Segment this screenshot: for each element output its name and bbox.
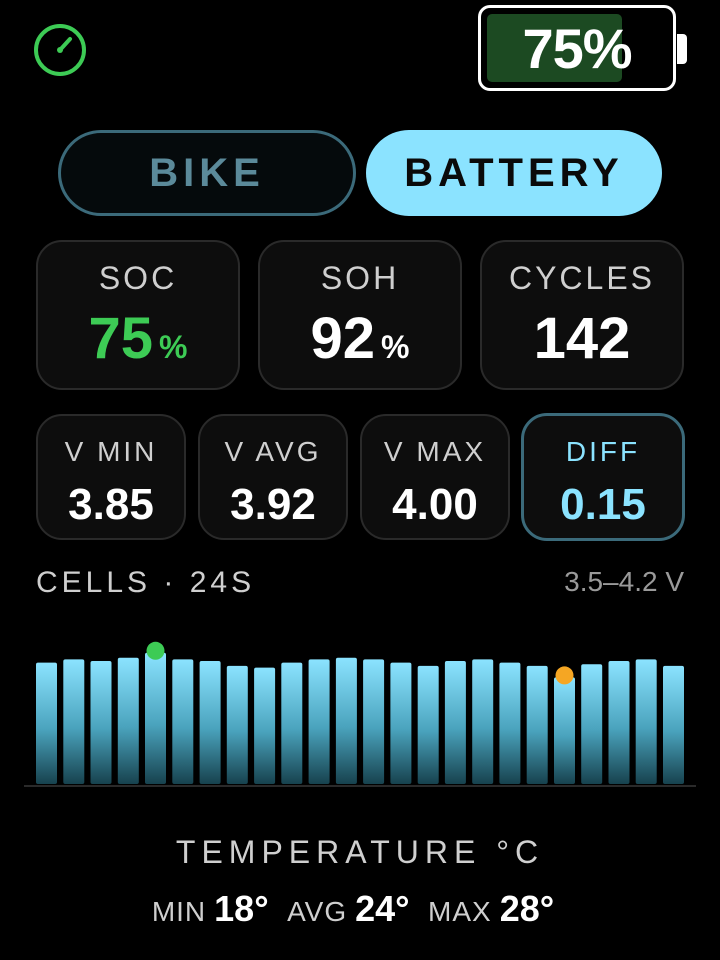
cell-bar-6: [172, 659, 194, 784]
vmin-value: 3.85: [68, 480, 154, 529]
battery-indicator: 75%: [478, 5, 687, 91]
soh-unit: %: [381, 329, 410, 365]
soc-label: SOC: [98, 260, 178, 296]
soc-value-wrap: 75%: [38, 305, 238, 372]
min-cell-marker: [555, 666, 574, 685]
temp-min-label: MIN: [151, 896, 207, 927]
cell-bar-24: [663, 665, 684, 784]
vavg-card: V AVG 3.92: [198, 414, 348, 540]
battery-percent: 75%: [522, 16, 632, 80]
cell-bar-7: [199, 661, 221, 784]
cell-bar-20: [554, 677, 575, 784]
temp-avg-value: 24°: [355, 888, 410, 929]
temp-min-value: 18°: [214, 888, 269, 929]
cell-bar-21: [581, 664, 603, 784]
vmax-value: 4.00: [392, 480, 478, 529]
cell-bar-9: [254, 667, 276, 784]
speedometer-icon[interactable]: [32, 22, 88, 78]
vmin-card: V MIN 3.85: [36, 414, 186, 540]
cells-bar-chart: [24, 641, 696, 787]
tab-battery[interactable]: BATTERY: [366, 130, 662, 216]
cell-bar-14: [390, 662, 412, 784]
cell-bar-19: [526, 665, 548, 784]
cells-title: CELLS · 24S: [36, 566, 256, 599]
cell-bar-3: [90, 661, 112, 784]
soh-value-wrap: 92%: [260, 305, 460, 372]
vmax-card: V MAX 4.00: [360, 414, 510, 540]
temperature-row: MIN 18° AVG 24° MAX 28°: [0, 888, 720, 930]
cell-bar-5: [145, 652, 166, 784]
cell-bar-4: [117, 657, 139, 784]
vavg-value: 3.92: [230, 480, 316, 529]
cell-bar-12: [335, 657, 357, 784]
tab-bike[interactable]: BIKE: [58, 130, 356, 216]
cell-bar-11: [308, 659, 330, 784]
cell-bar-23: [635, 659, 657, 784]
battery-terminal: [677, 34, 687, 64]
temp-max-label: MAX: [428, 896, 492, 927]
soh-value: 92: [310, 306, 376, 371]
diff-card: DIFF 0.15: [521, 413, 685, 541]
cell-bar-22: [608, 661, 630, 784]
cell-bar-13: [363, 659, 385, 784]
cells-range: 3.5–4.2 V: [564, 566, 684, 597]
soc-unit: %: [159, 329, 188, 365]
vmin-label: V MIN: [64, 436, 158, 467]
cycles-card: CYCLES 142: [480, 240, 684, 390]
cell-bar-8: [226, 665, 248, 784]
cell-bar-15: [417, 665, 439, 784]
cell-bar-16: [444, 661, 466, 784]
diff-value: 0.15: [560, 480, 646, 529]
diff-label: DIFF: [565, 436, 641, 467]
soh-label: SOH: [320, 260, 400, 296]
cell-bar-18: [499, 662, 521, 784]
cell-bar-17: [472, 659, 494, 784]
cell-bar-10: [281, 662, 303, 784]
cell-bar-1: [36, 662, 57, 784]
cycles-label: CYCLES: [508, 260, 656, 296]
vmax-label: V MAX: [383, 436, 487, 467]
view-tabs: BIKE BATTERY: [58, 130, 662, 218]
soh-card: SOH 92%: [258, 240, 462, 390]
soc-value: 75: [88, 306, 154, 371]
vavg-label: V AVG: [224, 436, 322, 467]
cycles-value: 142: [533, 306, 631, 371]
temperature-title: TEMPERATURE °C: [175, 834, 545, 870]
cell-bar-2: [63, 659, 85, 784]
temp-max-value: 28°: [499, 888, 555, 929]
max-cell-marker: [146, 641, 165, 660]
temp-avg-label: AVG: [287, 896, 348, 927]
soc-card: SOC 75%: [36, 240, 240, 390]
